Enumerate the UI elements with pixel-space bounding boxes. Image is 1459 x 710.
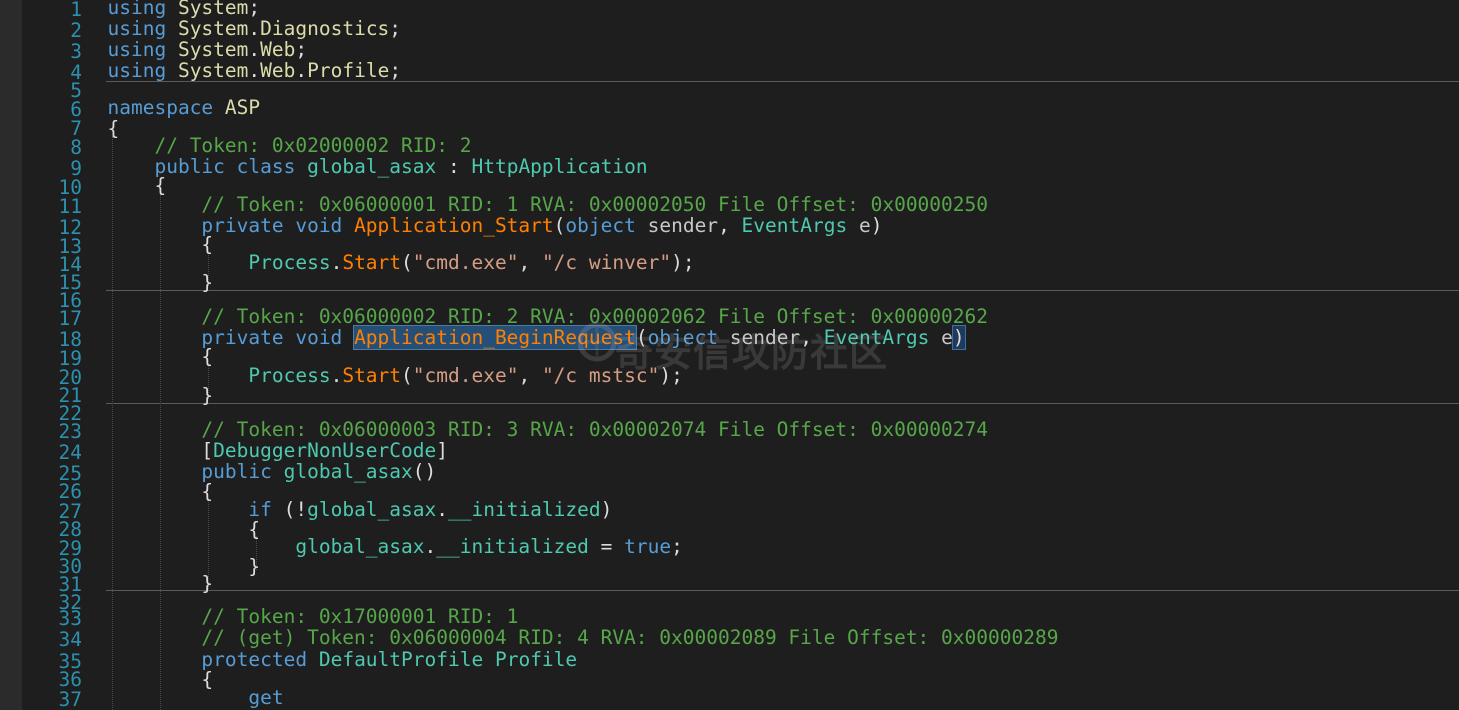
- field-name: __initialized: [436, 535, 589, 558]
- code-line-27[interactable]: if (!global_asax.__initialized): [108, 498, 612, 521]
- namespace-token: Profile: [307, 59, 390, 82]
- property-name: Profile: [494, 648, 578, 671]
- code-line-25[interactable]: public global_asax(): [108, 460, 436, 483]
- line-number: 1: [70, 0, 82, 21]
- keyword: private void: [201, 214, 343, 237]
- keyword: get: [248, 686, 284, 709]
- namespace-token: System: [177, 59, 249, 82]
- parameter: sender: [647, 214, 719, 237]
- code-line-8[interactable]: // Token: 0x02000002 RID: 2: [108, 134, 472, 157]
- keyword: namespace: [107, 96, 214, 119]
- namespace-token: Web: [260, 59, 296, 82]
- code-line-6[interactable]: namespace ASP: [108, 98, 261, 118]
- member-separator: [106, 590, 1459, 591]
- code-line-3[interactable]: using System.Web;: [108, 40, 308, 60]
- namespace-token: ASP: [224, 96, 261, 119]
- comment: // (get) Token: 0x06000004 RID: 4 RVA: 0…: [201, 626, 1059, 649]
- line-number: 3: [70, 40, 82, 63]
- code-line-23[interactable]: // Token: 0x06000003 RID: 3 RVA: 0x00002…: [108, 418, 989, 441]
- code-line-1[interactable]: using System;: [108, 0, 261, 18]
- code-line-21[interactable]: }: [108, 384, 214, 407]
- attribute-name: DebuggerNonUserCode: [213, 439, 437, 462]
- type-token: EventArgs: [741, 214, 848, 237]
- code-line-12[interactable]: private void Application_Start(object se…: [108, 214, 882, 237]
- field-name: __initialized: [448, 498, 601, 521]
- member-separator: [106, 403, 1459, 404]
- comment: // Token: 0x06000003 RID: 3 RVA: 0x00002…: [201, 418, 989, 441]
- type-token: global_asax: [307, 155, 437, 178]
- code-line-11[interactable]: // Token: 0x06000001 RID: 1 RVA: 0x00002…: [108, 193, 989, 216]
- watermark-text: 奇安信攻防社区: [615, 331, 889, 375]
- line-number: 8: [70, 136, 82, 159]
- type-token: HttpApplication: [471, 155, 648, 178]
- method-name: Start: [342, 364, 402, 387]
- comment: // Token: 0x06000001 RID: 1 RVA: 0x00002…: [201, 193, 989, 216]
- code-line-34[interactable]: // (get) Token: 0x06000004 RID: 4 RVA: 0…: [108, 626, 1059, 649]
- keyword: using: [107, 38, 167, 61]
- keyword: public class: [154, 155, 296, 178]
- member-separator: [106, 290, 1459, 291]
- type-token: Process: [248, 364, 331, 387]
- string-literal: "cmd.exe": [412, 251, 519, 274]
- keyword: protected: [201, 648, 308, 671]
- code-line-33[interactable]: // Token: 0x17000001 RID: 1: [108, 605, 519, 628]
- keyword: using: [107, 17, 167, 40]
- code-line-29[interactable]: global_asax.__initialized = true;: [108, 535, 682, 558]
- line-number: 23: [58, 420, 82, 443]
- punctuation: :: [436, 155, 472, 178]
- line-number: 2: [70, 19, 82, 42]
- line-number: 11: [58, 195, 82, 218]
- code-line-20[interactable]: Process.Start("cmd.exe", "/c mstsc");: [108, 364, 682, 387]
- namespace-token: System: [177, 17, 249, 40]
- code-line-4[interactable]: using System.Web.Profile;: [108, 61, 402, 81]
- brace: }: [201, 271, 214, 294]
- code-line-37[interactable]: get: [108, 686, 284, 709]
- namespace-token: Web: [260, 38, 296, 61]
- parameter: e: [941, 326, 953, 349]
- keyword: using: [107, 59, 167, 82]
- namespace-token: System: [177, 38, 249, 61]
- code-line-31[interactable]: }: [108, 572, 214, 595]
- brace: }: [248, 555, 261, 578]
- line-number: 17: [58, 307, 82, 330]
- code-line-14[interactable]: Process.Start("cmd.exe", "/c winver");: [108, 251, 694, 274]
- code-line-35[interactable]: protected DefaultProfile Profile: [108, 648, 578, 671]
- keyword: true: [624, 535, 672, 558]
- editor-margin: [0, 0, 22, 710]
- brace: }: [201, 572, 214, 595]
- code-line-24[interactable]: [DebuggerNonUserCode]: [108, 441, 448, 461]
- keyword: object: [565, 214, 636, 237]
- string-literal: "cmd.exe": [412, 364, 519, 387]
- type-token: global_asax: [307, 498, 437, 521]
- line-number: 37: [58, 688, 82, 710]
- line-number: 34: [58, 628, 82, 651]
- brace: }: [201, 384, 214, 407]
- method-name: Start: [342, 251, 402, 274]
- code-line-2[interactable]: using System.Diagnostics;: [108, 19, 402, 39]
- watermark-logo-icon: [577, 322, 617, 362]
- parameter: e: [858, 214, 871, 237]
- method-name: Application_Start: [354, 214, 554, 237]
- type-token: global_asax: [295, 535, 425, 558]
- type-token: Process: [248, 251, 331, 274]
- comment: // Token: 0x17000001 RID: 1: [201, 605, 519, 628]
- comment: // Token: 0x02000002 RID: 2: [154, 134, 472, 157]
- type-token: DefaultProfile: [318, 648, 484, 671]
- code-editor[interactable]: 1 2 3 4 5 6 7 8 9 10 11 12 13 14 15 16 17 18 19 20 21 22 23 24 2…: [0, 0, 1459, 710]
- keyword: private void: [201, 326, 343, 349]
- line-number: 33: [58, 607, 82, 630]
- matching-paren: ): [951, 325, 966, 350]
- namespace-token: Diagnostics: [260, 17, 390, 40]
- line-number: 24: [58, 441, 82, 464]
- code-line-15[interactable]: }: [108, 271, 214, 294]
- type-token: global_asax: [283, 460, 413, 483]
- code-line-9[interactable]: public class global_asax : HttpApplicati…: [108, 155, 648, 178]
- string-literal: "/c winver": [541, 251, 672, 274]
